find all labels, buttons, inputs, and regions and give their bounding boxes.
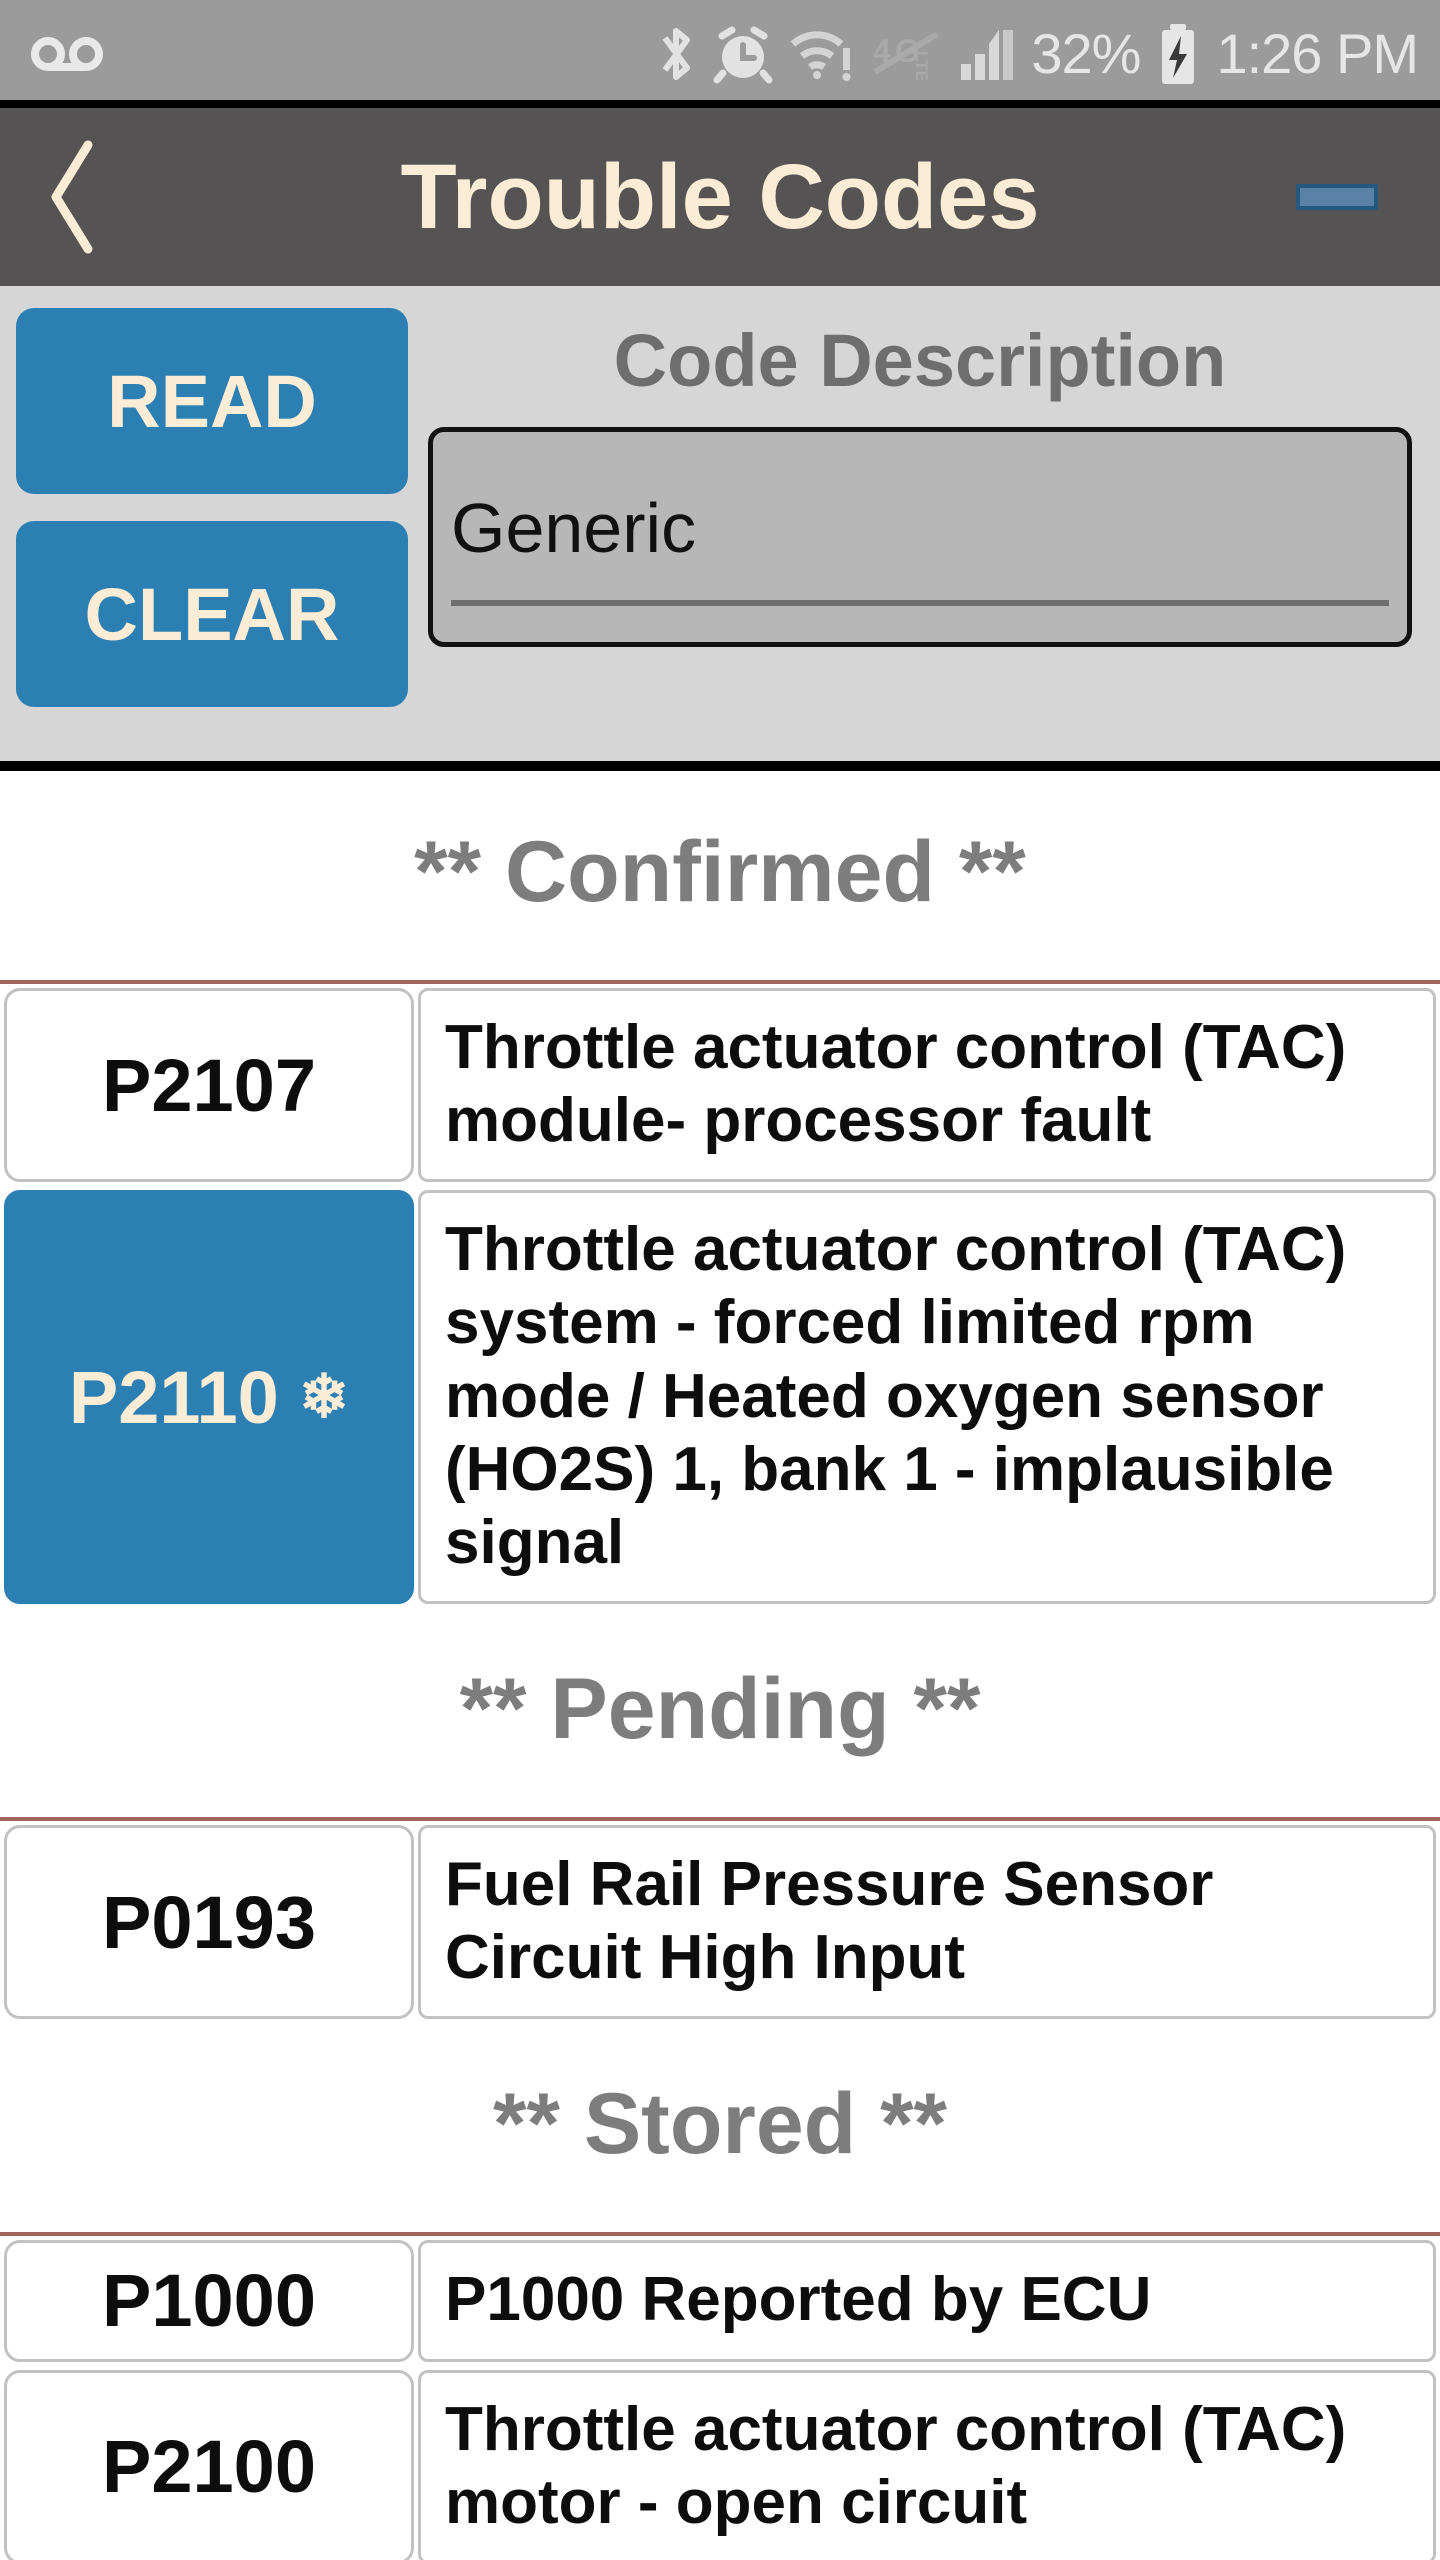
code-description-spinner[interactable]: Generic	[428, 427, 1412, 647]
minimize-button[interactable]	[1296, 184, 1378, 210]
code-cell[interactable]: P0193	[4, 1825, 414, 2020]
app-screen: 4 G LTE 32% 1:26 PM	[0, 0, 1440, 2560]
back-button[interactable]	[18, 139, 128, 255]
code-label: P1000	[102, 2259, 316, 2343]
table-row[interactable]: P1000 P1000 Reported by ECU	[0, 2236, 1440, 2365]
description-cell[interactable]: P1000 Reported by ECU	[418, 2240, 1436, 2362]
table-row[interactable]: P2107 Throttle actuator control (TAC) mod…	[0, 984, 1440, 1186]
page-title: Trouble Codes	[400, 145, 1040, 248]
section-header: ** Confirmed **	[0, 771, 1440, 984]
code-description-label: Code Description	[613, 319, 1227, 402]
read-button[interactable]: READ	[16, 308, 408, 494]
code-label: P2110	[68, 1355, 279, 1439]
back-chevron-icon	[51, 140, 93, 254]
status-bar-right-icons: 4 G LTE 32% 1:26 PM	[655, 22, 1419, 86]
trouble-code-list[interactable]: ** Confirmed ** P2107 Throttle actuator co…	[0, 771, 1440, 2560]
table-row[interactable]: P0193 Fuel Rail Pressure Sensor Circuit H…	[0, 1821, 1440, 2023]
code-cell[interactable]: P2107	[4, 988, 414, 1183]
section-header: ** Stored **	[0, 2023, 1440, 2237]
description-cell[interactable]: Throttle actuator control (TAC) module- …	[418, 988, 1436, 1183]
description-cell[interactable]: Throttle actuator control (TAC) motor - …	[418, 2369, 1436, 2560]
code-cell[interactable]: P1000	[4, 2240, 414, 2362]
clock-label: 1:26 PM	[1216, 22, 1419, 85]
table-row[interactable]: P2110 ❄ Throttle actuator control (TAC) sy…	[0, 1186, 1440, 1608]
section-header: ** Pending **	[0, 1608, 1440, 1822]
clear-button[interactable]: CLEAR	[16, 521, 408, 707]
status-bar-left-icons	[30, 31, 104, 77]
svg-text:LTE: LTE	[912, 51, 931, 80]
lte-off-icon: 4 G LTE	[873, 31, 939, 80]
cell-signal-icon	[961, 30, 1014, 80]
status-bar: 4 G LTE 32% 1:26 PM	[0, 0, 1440, 108]
alarm-clock-icon	[713, 26, 773, 84]
control-panel: READ CLEAR Code Description Generic	[0, 286, 1440, 771]
code-label: P2107	[102, 1043, 316, 1127]
battery-percent-label: 32%	[1031, 22, 1141, 85]
code-description-selected-value: Generic	[451, 489, 697, 567]
voicemail-icon	[31, 37, 103, 71]
bluetooth-icon	[662, 28, 691, 80]
wifi-alert-icon	[791, 31, 851, 81]
snowflake-icon: ❄	[298, 1363, 350, 1431]
code-label: P0193	[102, 1880, 316, 1964]
code-description-column: Code Description Generic	[418, 308, 1440, 761]
description-cell[interactable]: Throttle actuator control (TAC) system -…	[418, 1190, 1436, 1605]
action-button-column: READ CLEAR	[0, 308, 418, 761]
code-label: P2100	[102, 2425, 316, 2509]
description-cell[interactable]: Fuel Rail Pressure Sensor Circuit High I…	[418, 1825, 1436, 2020]
battery-charging-icon	[1162, 24, 1195, 84]
app-title-bar: Trouble Codes	[0, 108, 1440, 286]
code-cell[interactable]: P2100	[4, 2369, 414, 2560]
code-cell[interactable]: P2110 ❄	[4, 1190, 414, 1605]
table-row[interactable]: P2100 Throttle actuator control (TAC) mot…	[0, 2366, 1440, 2560]
